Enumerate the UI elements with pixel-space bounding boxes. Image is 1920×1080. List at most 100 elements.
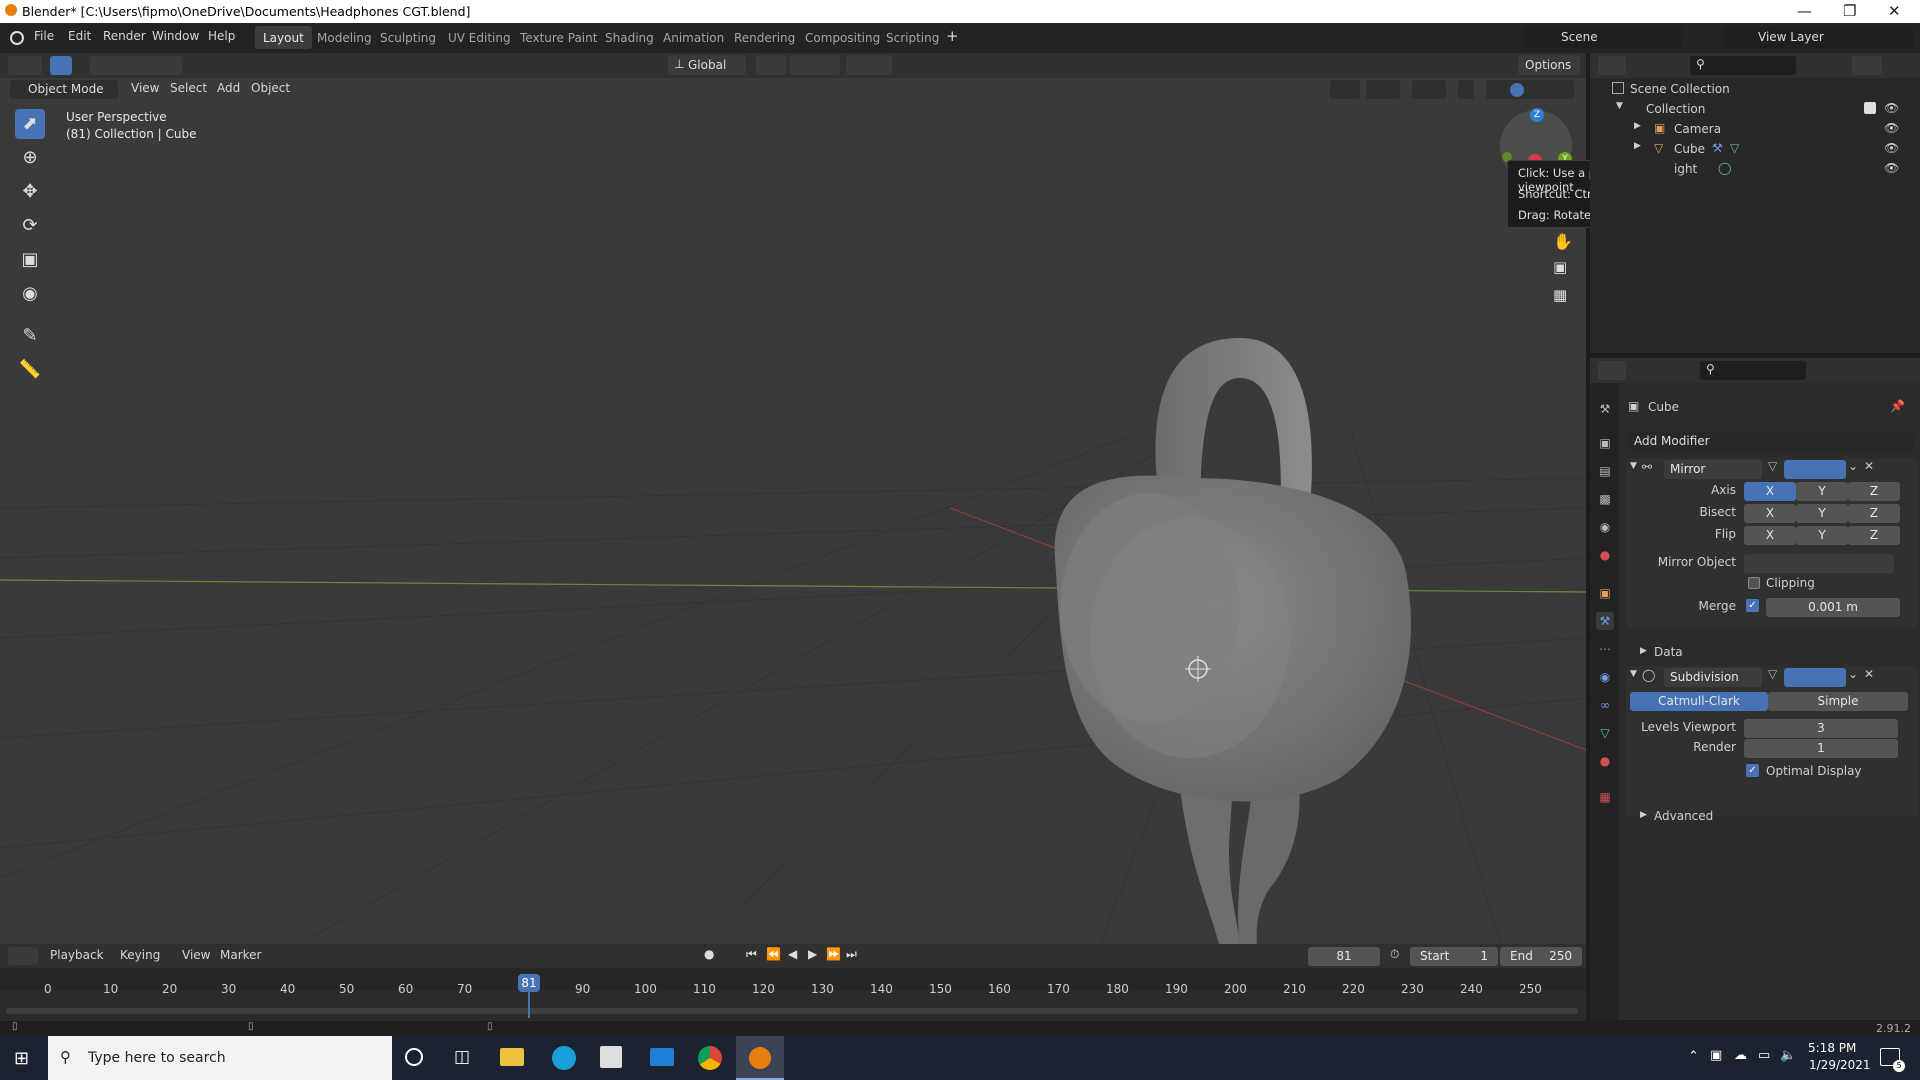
rotate-tool[interactable]: ⟳ bbox=[15, 211, 45, 241]
perspective-toggle-icon[interactable]: ▦ bbox=[1553, 286, 1567, 304]
collection-visibility-icon[interactable]: 👁 bbox=[1884, 101, 1899, 115]
timeline-menu-view[interactable]: View bbox=[182, 948, 210, 962]
subdivision-modifier-name[interactable]: Subdivision bbox=[1664, 668, 1762, 687]
merge-distance-field[interactable]: 0.001 m bbox=[1766, 598, 1900, 617]
delete-modifier-icon[interactable]: ✕ bbox=[1864, 459, 1874, 473]
collection-checkbox[interactable] bbox=[1864, 102, 1876, 114]
axis-x-toggle[interactable]: X bbox=[1744, 482, 1796, 501]
view-layer-tab-icon[interactable]: ▩ bbox=[1596, 490, 1614, 508]
next-keyframe-icon[interactable]: ⏩ bbox=[826, 947, 841, 961]
scale-tool[interactable]: ▣ bbox=[15, 245, 45, 275]
mail-icon[interactable] bbox=[650, 1048, 674, 1066]
optimal-display-checkbox[interactable]: ✓ bbox=[1746, 764, 1759, 777]
add-workspace-icon[interactable]: + bbox=[946, 27, 959, 45]
task-view-icon[interactable]: ◫ bbox=[454, 1047, 470, 1067]
3d-viewport[interactable]: User Perspective (81) Collection | Cube … bbox=[0, 78, 1586, 944]
world-tab-icon[interactable]: ● bbox=[1596, 546, 1614, 564]
collapse-icon[interactable]: ▼ bbox=[1630, 461, 1637, 471]
constraints-tab-icon[interactable]: ∞ bbox=[1596, 696, 1614, 714]
menu-edit[interactable]: Edit bbox=[68, 29, 91, 43]
expand-icon[interactable]: ▶ bbox=[1634, 141, 1641, 151]
flip-z-toggle[interactable]: Z bbox=[1848, 526, 1900, 545]
object-tab-icon[interactable]: ▣ bbox=[1596, 584, 1614, 602]
axis-z-toggle[interactable]: Z bbox=[1848, 482, 1900, 501]
shading-mode-toggles[interactable] bbox=[1486, 80, 1574, 99]
mirror-object-field[interactable] bbox=[1744, 554, 1894, 573]
end-frame-field[interactable]: End 250 bbox=[1500, 947, 1582, 966]
render-tab-icon[interactable]: ▣ bbox=[1596, 434, 1614, 452]
taskbar-search-box[interactable]: ⚲ Type here to search bbox=[48, 1036, 392, 1080]
solid-shading-icon[interactable] bbox=[1510, 83, 1524, 97]
measure-tool[interactable]: 📏 bbox=[15, 355, 45, 385]
scene-selector[interactable]: Scene bbox=[1523, 27, 1683, 48]
outliner-item-cube[interactable]: ▶ ▽ Cube ⚒ ▽ 👁 bbox=[1634, 140, 1914, 160]
store-icon[interactable] bbox=[600, 1046, 622, 1068]
menu-window[interactable]: Window bbox=[152, 29, 199, 43]
clock-time[interactable]: 5:18 PM bbox=[1808, 1041, 1856, 1055]
tab-compositing[interactable]: Compositing bbox=[797, 26, 888, 49]
particles-tab-icon[interactable]: ⋯ bbox=[1596, 640, 1614, 658]
blender-taskbar-button[interactable] bbox=[736, 1036, 784, 1080]
outliner-item-light[interactable]: ight ◯ 👁 bbox=[1634, 160, 1914, 180]
tool-tab-icon[interactable]: ⚒ bbox=[1596, 400, 1614, 418]
clipping-checkbox[interactable] bbox=[1748, 577, 1760, 589]
expand-icon[interactable]: ▶ bbox=[1640, 810, 1647, 820]
tab-sculpting[interactable]: Sculpting bbox=[372, 26, 444, 49]
add-modifier-dropdown[interactable]: Add Modifier bbox=[1628, 431, 1914, 451]
minimize-icon[interactable]: — bbox=[1797, 2, 1812, 20]
jump-end-icon[interactable]: ⏭ bbox=[846, 947, 857, 962]
bisect-z-toggle[interactable]: Z bbox=[1848, 504, 1900, 523]
select-box-tool[interactable]: ⬈ bbox=[15, 109, 45, 139]
tab-rendering[interactable]: Rendering bbox=[726, 26, 803, 49]
flip-x-toggle[interactable]: X bbox=[1744, 526, 1796, 545]
transform-tool[interactable]: ◉ bbox=[15, 279, 45, 309]
tab-scripting[interactable]: Scripting bbox=[878, 26, 947, 49]
viewport-menu-select[interactable]: Select bbox=[170, 81, 207, 95]
modifier-tab-icon[interactable]: ⚒ bbox=[1596, 612, 1614, 630]
xray-toggle[interactable] bbox=[1458, 80, 1474, 99]
object-mode-dropdown[interactable]: Object Mode bbox=[10, 80, 118, 99]
tab-animation[interactable]: Animation bbox=[655, 26, 732, 49]
tab-modeling[interactable]: Modeling bbox=[309, 26, 380, 49]
outliner-item-camera[interactable]: ▶ ▣ Camera 👁 bbox=[1634, 120, 1914, 140]
axis-y-toggle[interactable]: Y bbox=[1796, 482, 1848, 501]
annotate-tool[interactable]: ✎ bbox=[15, 321, 45, 351]
delete-modifier-icon[interactable]: ✕ bbox=[1864, 667, 1874, 681]
clock-date[interactable]: 1/29/2021 bbox=[1809, 1058, 1871, 1072]
outliner-collection[interactable]: ▼ Collection 👁 bbox=[1616, 100, 1916, 120]
edge-icon[interactable] bbox=[552, 1046, 576, 1070]
edit-mode-toggle-icon[interactable]: ▽ bbox=[1768, 667, 1777, 681]
physics-tab-icon[interactable]: ◉ bbox=[1596, 668, 1614, 686]
catmull-clark-toggle[interactable]: Catmull-Clark bbox=[1630, 692, 1768, 711]
chevron-down-icon[interactable]: ⌄ bbox=[1848, 459, 1858, 473]
options-dropdown[interactable]: Options bbox=[1518, 55, 1580, 75]
outliner-scene-collection[interactable]: Scene Collection bbox=[1612, 80, 1912, 100]
light-data-icon[interactable]: ◯ bbox=[1718, 161, 1731, 175]
viewport-menu-view[interactable]: View bbox=[131, 81, 159, 95]
view-layer-selector[interactable]: View Layer bbox=[1724, 27, 1914, 48]
prev-keyframe-icon[interactable]: ⏪ bbox=[766, 947, 781, 961]
bisect-x-toggle[interactable]: X bbox=[1744, 504, 1796, 523]
expand-icon[interactable]: ▶ bbox=[1640, 646, 1647, 656]
properties-editor-type[interactable] bbox=[1598, 361, 1626, 380]
windows-start-icon[interactable]: ⊞ bbox=[14, 1048, 29, 1069]
texture-tab-icon[interactable]: ▦ bbox=[1596, 788, 1614, 806]
cortana-icon[interactable] bbox=[405, 1048, 423, 1066]
mirror-modifier-name[interactable]: Mirror bbox=[1664, 460, 1762, 479]
expand-icon[interactable]: ▶ bbox=[1634, 121, 1641, 131]
visibility-toggle[interactable] bbox=[1330, 80, 1360, 99]
headphone-mesh[interactable] bbox=[1040, 308, 1420, 944]
timeline-menu-playback[interactable]: Playback bbox=[50, 948, 104, 962]
close-icon[interactable]: ✕ bbox=[1888, 2, 1901, 20]
editor-type-button[interactable] bbox=[8, 56, 42, 75]
jump-start-icon[interactable]: ⏮ bbox=[746, 947, 757, 962]
preview-range-icon[interactable]: ⏱ bbox=[1390, 947, 1399, 962]
visibility-icon[interactable]: 👁 bbox=[1884, 121, 1899, 135]
modifier-wrench-icon[interactable]: ⚒ bbox=[1712, 141, 1723, 155]
material-tab-icon[interactable]: ● bbox=[1596, 752, 1614, 770]
menu-render[interactable]: Render bbox=[103, 29, 146, 43]
bisect-y-toggle[interactable]: Y bbox=[1796, 504, 1848, 523]
outliner-editor-type[interactable] bbox=[1598, 56, 1626, 75]
gizmo-z-axis[interactable]: Z bbox=[1530, 108, 1544, 122]
chrome-icon[interactable] bbox=[698, 1046, 722, 1070]
